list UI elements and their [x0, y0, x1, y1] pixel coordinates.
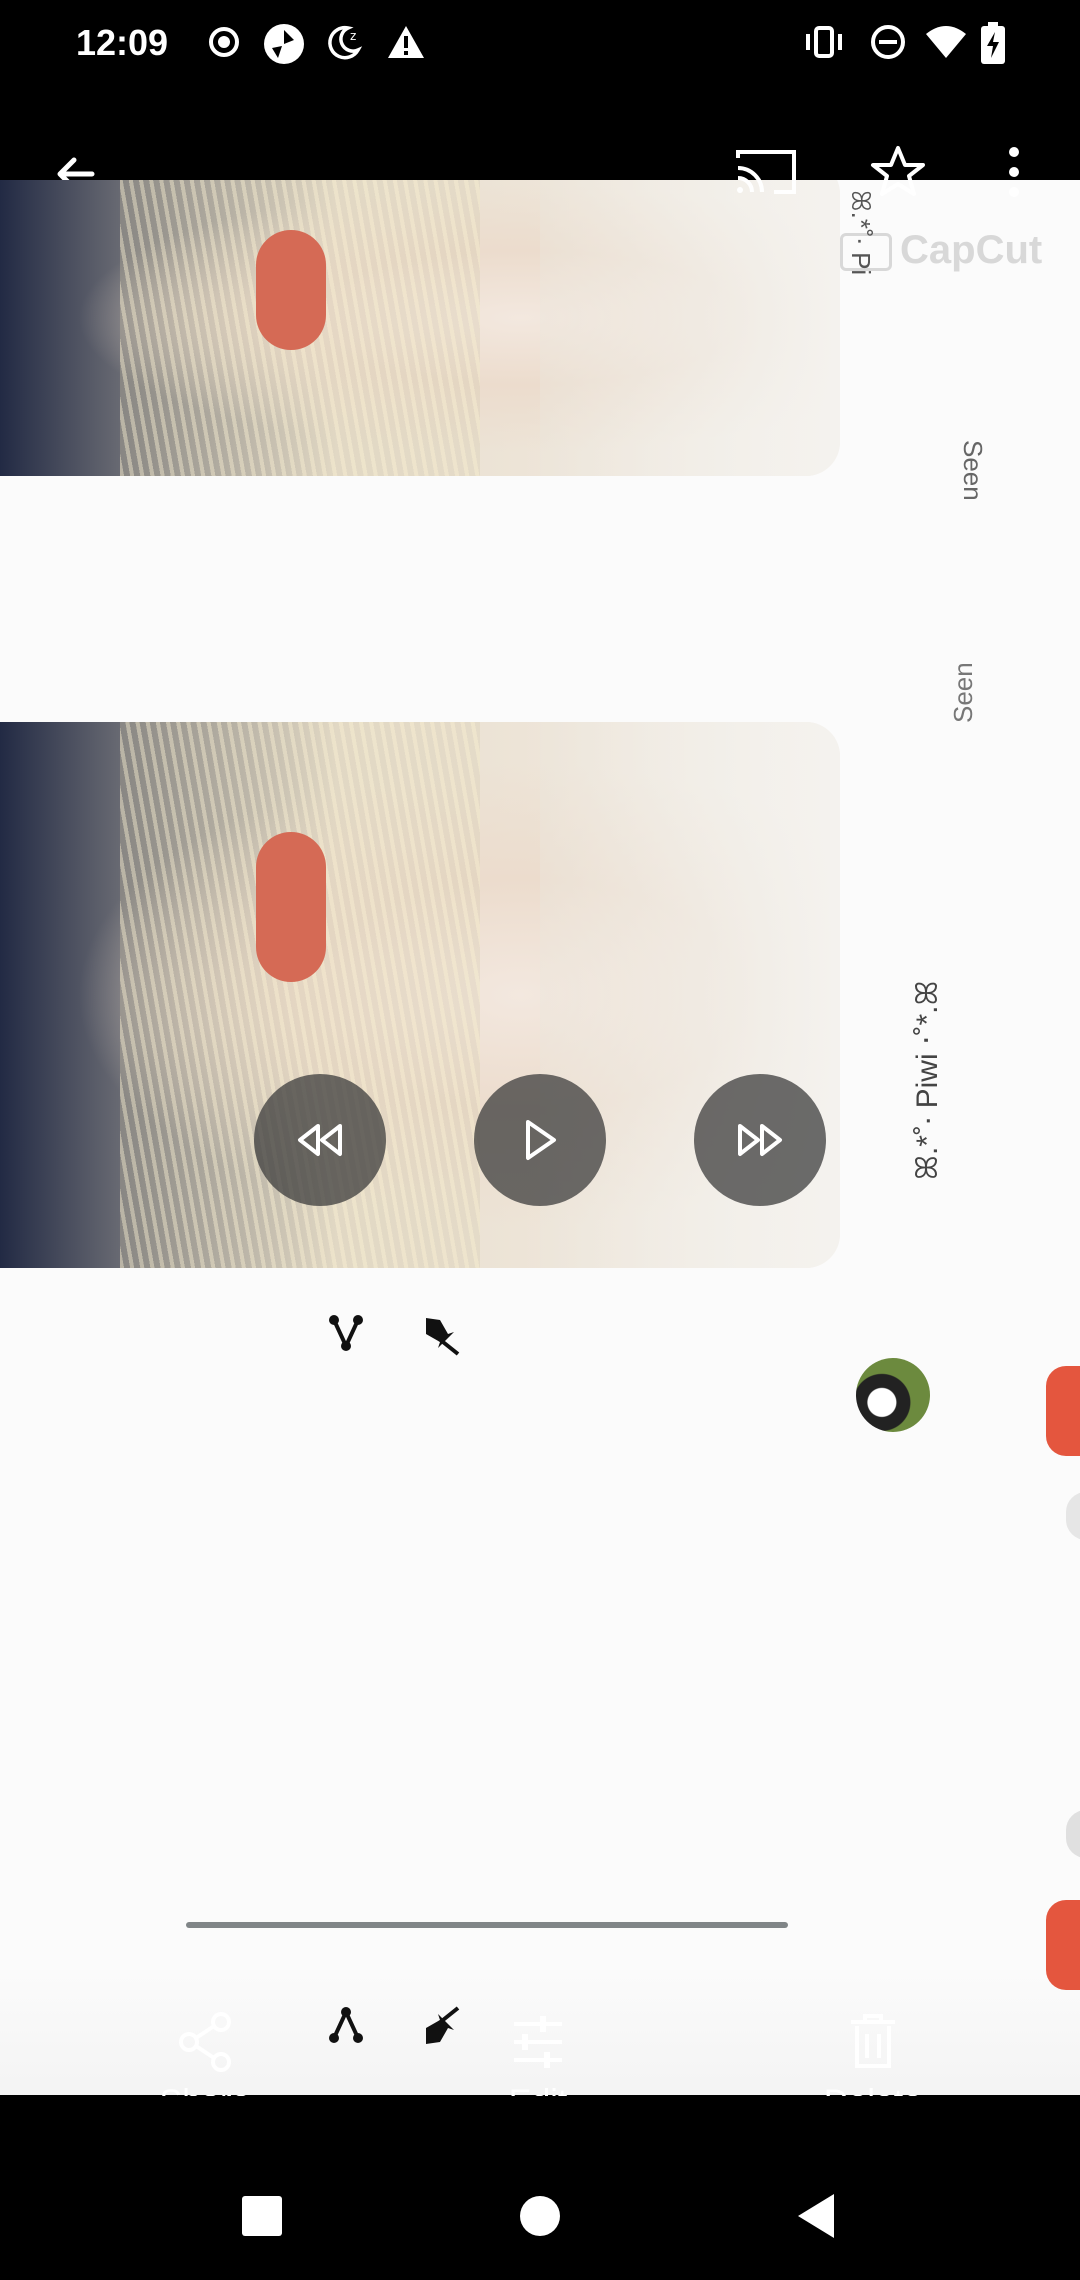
- bottom-seen-label: Seen: [948, 662, 978, 723]
- rewind-icon: [298, 1124, 342, 1156]
- home-circle-icon[interactable]: [520, 2196, 560, 2236]
- rewind-button[interactable]: [254, 1074, 386, 1206]
- media-viewer[interactable]: CapCut ꕤ.*˚‧ Pi Seen Seen ꕤ.*˚‧ Piwi ‧˚*…: [0, 180, 1080, 2095]
- heart-reaction-partial: [1046, 1366, 1080, 1456]
- wifi-icon: [926, 26, 966, 58]
- star-icon[interactable]: [870, 144, 926, 200]
- system-nav-bar: [0, 2096, 1080, 2280]
- battery-charging-icon: [981, 22, 1005, 64]
- pin-icon[interactable]: [418, 1312, 462, 1356]
- play-icon: [526, 1120, 556, 1160]
- fork-icon[interactable]: [326, 1312, 366, 1352]
- do-not-disturb-icon: [871, 25, 905, 59]
- share-icon: [179, 2012, 231, 2072]
- reaction-chip-partial: [1066, 1492, 1080, 1540]
- night-mode-icon: z: [328, 25, 363, 60]
- fast-forward-button[interactable]: [694, 1074, 826, 1206]
- photo-top: [0, 180, 840, 476]
- warning-icon: [388, 26, 424, 58]
- svg-text:z: z: [350, 29, 356, 43]
- cast-icon[interactable]: [734, 146, 798, 198]
- play-button[interactable]: [474, 1074, 606, 1206]
- more-vert-icon[interactable]: [1004, 146, 1024, 198]
- top-seen-label: Seen: [958, 440, 988, 501]
- location-target-icon: [209, 27, 239, 57]
- shutter-app-icon: [264, 24, 304, 64]
- heart-reaction-partial-2: [1046, 1900, 1080, 1990]
- watermark-text: CapCut: [900, 228, 1043, 272]
- status-bar: 12:09 z: [0, 0, 1080, 90]
- sender-name: ꕤ.*˚‧ Piwi ‧˚*.ꕤ: [911, 980, 944, 1180]
- avatar: [856, 1358, 930, 1432]
- recents-square-icon[interactable]: [242, 2196, 282, 2236]
- trash-icon: [851, 2014, 895, 2068]
- reaction-chip-partial-2: [1066, 1810, 1080, 1858]
- back-triangle-icon[interactable]: [796, 2192, 836, 2240]
- fork-icon-bottom: [329, 2007, 363, 2043]
- top-name-fragment: ꕤ.*˚‧ Pi: [846, 190, 876, 276]
- video-progress-bar[interactable]: [186, 1922, 788, 1928]
- edit-sliders-icon: [514, 2016, 562, 2068]
- vibrate-icon: [806, 26, 842, 58]
- fast-forward-icon: [738, 1124, 782, 1156]
- status-time: 12:09: [76, 22, 169, 63]
